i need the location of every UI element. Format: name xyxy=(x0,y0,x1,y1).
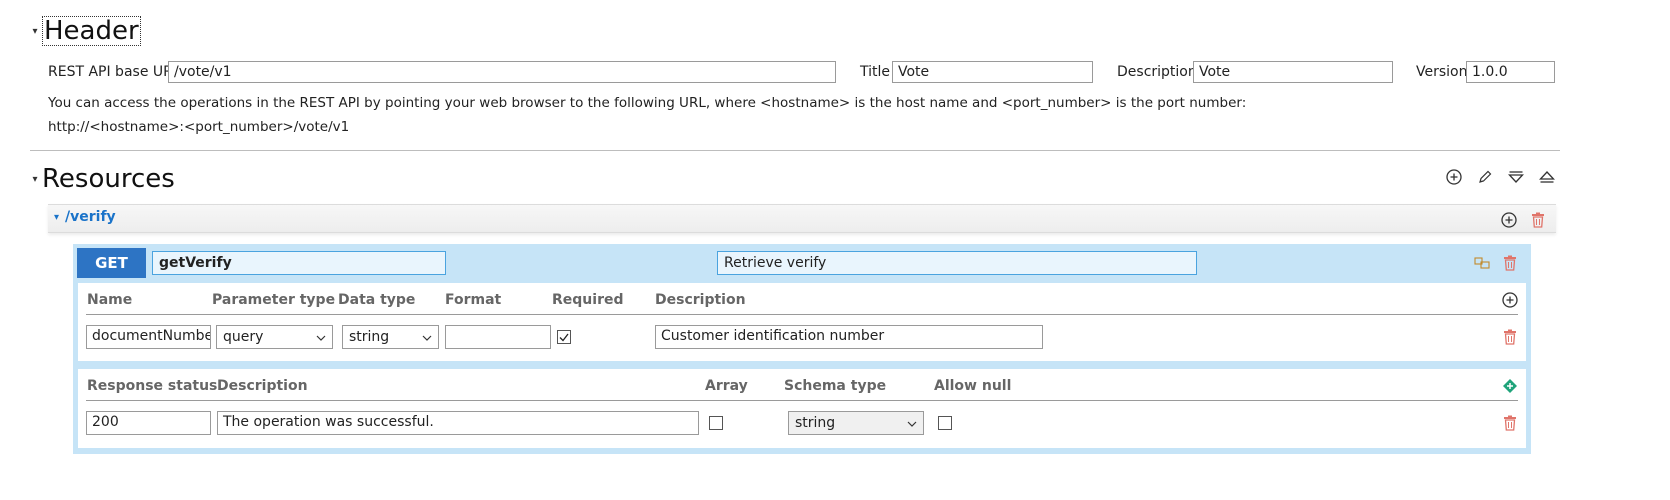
header-section-title: Header xyxy=(42,16,141,46)
version-label: Version xyxy=(1416,64,1468,80)
param-header-rule xyxy=(86,314,1518,315)
description-label: Description xyxy=(1117,64,1197,80)
resource-header-bar[interactable] xyxy=(48,204,1556,233)
add-circle-icon[interactable] xyxy=(1444,167,1464,187)
resources-section-title: Resources xyxy=(42,164,175,194)
title-label: Title xyxy=(860,64,891,80)
delete-response-icon[interactable] xyxy=(1500,413,1520,433)
operation-name-input[interactable]: getVerify xyxy=(152,251,446,275)
add-operation-icon[interactable] xyxy=(1499,210,1519,230)
delete-resource-icon[interactable] xyxy=(1528,210,1548,230)
chevron-down-icon xyxy=(907,415,917,431)
resource-toggle[interactable]: ▾ /verify xyxy=(54,209,116,225)
response-schema-type-value: string xyxy=(795,415,836,431)
chevron-down-icon xyxy=(316,329,326,345)
param-type-value: query xyxy=(223,329,264,345)
version-input[interactable]: 1.0.0 xyxy=(1466,61,1555,83)
add-parameter-icon[interactable] xyxy=(1500,290,1520,310)
title-input[interactable]: Vote xyxy=(892,61,1093,83)
response-col-description: Description xyxy=(217,378,308,394)
response-allow-null-checkbox[interactable] xyxy=(938,416,952,430)
response-col-allow-null: Allow null xyxy=(934,378,1012,394)
response-col-array: Array xyxy=(705,378,748,394)
collapse-caret-icon[interactable]: ▾ xyxy=(28,26,42,37)
param-col-format: Format xyxy=(445,292,502,308)
param-col-required: Required xyxy=(552,292,624,308)
access-info-text: You can access the operations in the RES… xyxy=(48,95,1247,111)
http-method-badge: GET xyxy=(77,248,146,278)
param-col-name: Name xyxy=(87,292,133,308)
response-schema-type-select[interactable]: string xyxy=(788,411,924,435)
param-type-select[interactable]: query xyxy=(216,325,333,349)
add-response-icon[interactable] xyxy=(1500,376,1520,396)
base-url-label: REST API base URL xyxy=(48,64,181,80)
expand-all-icon[interactable] xyxy=(1537,167,1557,187)
pencil-icon[interactable] xyxy=(1475,167,1495,187)
param-name-input[interactable]: documentNumber xyxy=(86,325,211,349)
access-url-text: http://<hostname>:<port_number>/vote/v1 xyxy=(48,119,350,135)
param-col-description: Description xyxy=(655,292,746,308)
operation-summary-input[interactable]: Retrieve verify xyxy=(717,251,1197,275)
header-section-toggle[interactable]: ▾ Header xyxy=(28,16,141,46)
param-format-input[interactable] xyxy=(445,325,551,349)
param-data-type-value: string xyxy=(349,329,390,345)
collapse-caret-icon[interactable]: ▾ xyxy=(28,174,42,185)
collapse-all-icon[interactable] xyxy=(1506,167,1526,187)
checkmark-icon xyxy=(559,333,569,341)
resource-caret-icon[interactable]: ▾ xyxy=(54,212,59,223)
response-header-rule xyxy=(86,400,1518,401)
base-url-input[interactable]: /vote/v1 xyxy=(168,61,836,83)
delete-parameter-icon[interactable] xyxy=(1500,327,1520,347)
copy-operation-icon[interactable] xyxy=(1472,253,1492,273)
delete-operation-icon[interactable] xyxy=(1500,253,1520,273)
section-divider xyxy=(30,150,1560,151)
param-col-parameter-type: Parameter type xyxy=(212,292,336,308)
param-col-data-type: Data type xyxy=(338,292,416,308)
chevron-down-icon xyxy=(422,329,432,345)
response-status-input[interactable]: 200 xyxy=(86,411,211,435)
response-col-status: Response status xyxy=(87,378,218,394)
response-col-schema-type: Schema type xyxy=(784,378,887,394)
response-array-checkbox[interactable] xyxy=(709,416,723,430)
param-required-checkbox[interactable] xyxy=(557,330,571,344)
param-data-type-select[interactable]: string xyxy=(342,325,439,349)
resources-section-toggle[interactable]: ▾ Resources xyxy=(28,164,175,194)
response-description-input[interactable]: The operation was successful. xyxy=(217,411,699,435)
param-description-input[interactable]: Customer identification number xyxy=(655,325,1043,349)
resource-path-link[interactable]: /verify xyxy=(65,209,116,225)
description-input[interactable]: Vote xyxy=(1193,61,1393,83)
